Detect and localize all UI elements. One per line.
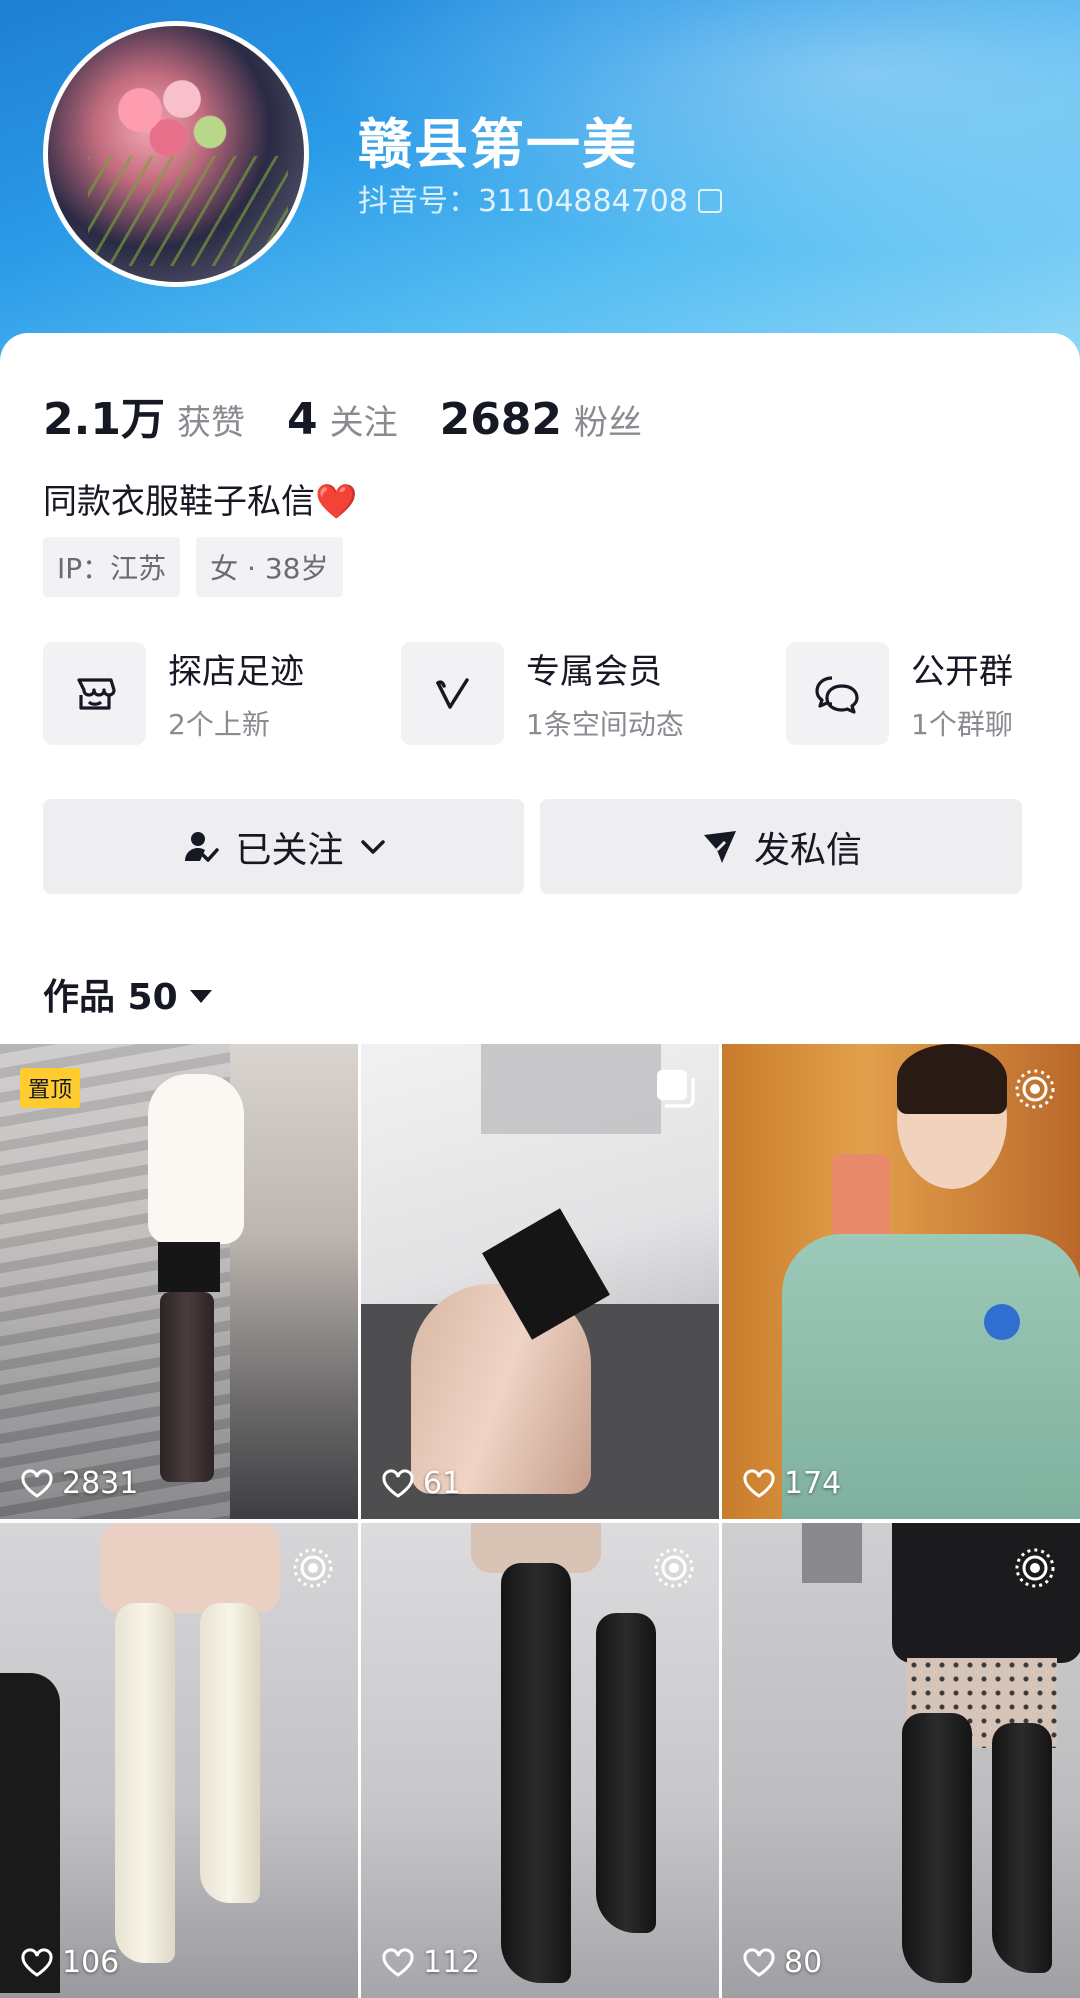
knees-image xyxy=(100,1523,280,1613)
followed-button[interactable]: 已关注 xyxy=(43,799,524,894)
stat-likes[interactable]: 2.1万 获赞 xyxy=(43,383,245,447)
copy-icon[interactable] xyxy=(697,189,722,213)
gender-age-tag: 女 · 38岁 xyxy=(196,537,343,597)
video-likes: 2831 xyxy=(20,1466,138,1501)
video-thumbnail[interactable]: 174 xyxy=(722,1044,1080,1519)
works-tab[interactable]: 作品 50 xyxy=(43,968,212,1020)
video-likes: 80 xyxy=(742,1945,822,1980)
shelf-image xyxy=(802,1523,862,1583)
feature-group-title: 公开群 xyxy=(911,652,1013,692)
video-thumbnail[interactable]: 置顶 2831 xyxy=(0,1044,358,1519)
video-likes-count: 106 xyxy=(62,1945,120,1980)
video-thumbnail[interactable]: 61 xyxy=(361,1044,719,1519)
user-check-icon xyxy=(181,827,221,867)
video-thumbnail[interactable]: 112 xyxy=(361,1523,719,1998)
video-grid: 置顶 2831 61 174 106 112 80 xyxy=(0,1044,1080,1998)
video-likes: 112 xyxy=(381,1945,480,1980)
stats-row: 2.1万 获赞 4 关注 2682 粉丝 xyxy=(43,383,684,447)
bio: 同款衣服鞋子私信❤️ xyxy=(43,474,357,523)
live-icon xyxy=(1012,1545,1058,1595)
feature-group-sub: 1个群聊 xyxy=(911,708,1013,741)
video-likes-count: 2831 xyxy=(62,1466,139,1501)
feature-vip-sub: 1条空间动态 xyxy=(526,708,684,741)
hair-image xyxy=(897,1044,1007,1114)
douyin-id-row[interactable]: 抖音号：31104884708 xyxy=(358,176,722,220)
blue-button-image xyxy=(984,1304,1020,1340)
heart-icon xyxy=(21,1468,53,1498)
caret-down-icon xyxy=(189,990,212,1003)
video-likes-count: 80 xyxy=(784,1945,823,1980)
followed-button-label: 已关注 xyxy=(235,829,344,871)
feature-store-visits[interactable]: 探店足迹 2个上新 xyxy=(43,642,304,745)
heart-icon xyxy=(382,1468,414,1498)
live-icon xyxy=(290,1545,336,1595)
vip-icon xyxy=(401,642,504,745)
stat-following[interactable]: 4 关注 xyxy=(287,394,398,445)
heart-icon xyxy=(382,1947,414,1977)
white-boot-right-image xyxy=(200,1603,260,1903)
group-chat-icon xyxy=(786,642,889,745)
tags-row: IP：江苏 女 · 38岁 xyxy=(43,537,359,597)
heart-icon xyxy=(743,1947,775,1977)
skirt-image xyxy=(158,1242,220,1292)
feature-vip[interactable]: 专属会员 1条空间动态 xyxy=(401,642,684,745)
feature-vip-title: 专属会员 xyxy=(526,652,662,692)
video-likes-count: 112 xyxy=(423,1945,481,1980)
stat-likes-number: 2.1万 xyxy=(43,394,165,445)
stat-followers-number: 2682 xyxy=(439,394,563,445)
works-tab-label: 作品 50 xyxy=(43,977,178,1018)
nickname: 赣县第一美 xyxy=(358,113,638,176)
avatar[interactable] xyxy=(43,21,309,287)
heart-icon xyxy=(21,1947,53,1977)
live-icon xyxy=(1012,1066,1058,1116)
black-boot-left-image xyxy=(902,1713,972,1983)
black-boot-left-image xyxy=(501,1563,571,1983)
stat-followers-label: 粉丝 xyxy=(574,403,643,443)
store-icon xyxy=(43,642,146,745)
stat-likes-label: 获赞 xyxy=(176,403,245,443)
legs-image xyxy=(160,1292,214,1482)
multi-image-icon xyxy=(653,1066,697,1114)
feature-store-title: 探店足迹 xyxy=(168,652,304,692)
video-likes: 106 xyxy=(20,1945,119,1980)
pillar-image xyxy=(481,1044,661,1134)
send-message-button[interactable]: 发私信 xyxy=(540,799,1022,894)
white-boot-left-image xyxy=(115,1603,175,1963)
video-likes: 174 xyxy=(742,1466,841,1501)
features-row: 探店足迹 2个上新 专属会员 1条空间动态 公开群 1个群聊 xyxy=(43,642,1043,747)
heart-icon xyxy=(743,1468,775,1498)
black-boot-right-image xyxy=(992,1723,1052,1973)
feature-store-sub: 2个上新 xyxy=(168,708,270,741)
video-likes-count: 61 xyxy=(423,1466,462,1501)
stat-following-label: 关注 xyxy=(329,403,398,443)
douyin-id: 抖音号：31104884708 xyxy=(358,184,688,219)
heart-emoji: ❤️ xyxy=(315,482,358,522)
stat-following-number: 4 xyxy=(286,394,318,445)
send-icon xyxy=(700,827,740,867)
video-thumbnail[interactable]: 106 xyxy=(0,1523,358,1998)
feature-group-chat[interactable]: 公开群 1个群聊 xyxy=(786,642,1013,745)
ip-location-tag: IP：江苏 xyxy=(43,537,181,597)
video-likes: 61 xyxy=(381,1466,461,1501)
video-thumbnail[interactable]: 80 xyxy=(722,1523,1080,1998)
chevron-down-icon xyxy=(360,838,386,856)
live-icon xyxy=(651,1545,697,1595)
fur-jacket-image xyxy=(148,1074,244,1244)
pinned-badge: 置顶 xyxy=(20,1068,81,1108)
bio-text: 同款衣服鞋子私信 xyxy=(43,482,315,522)
black-boot-right-image xyxy=(596,1613,656,1933)
stat-followers[interactable]: 2682 粉丝 xyxy=(440,394,642,445)
avatar-stems-image xyxy=(88,156,288,266)
send-message-label: 发私信 xyxy=(753,829,862,871)
video-likes-count: 174 xyxy=(784,1466,842,1501)
